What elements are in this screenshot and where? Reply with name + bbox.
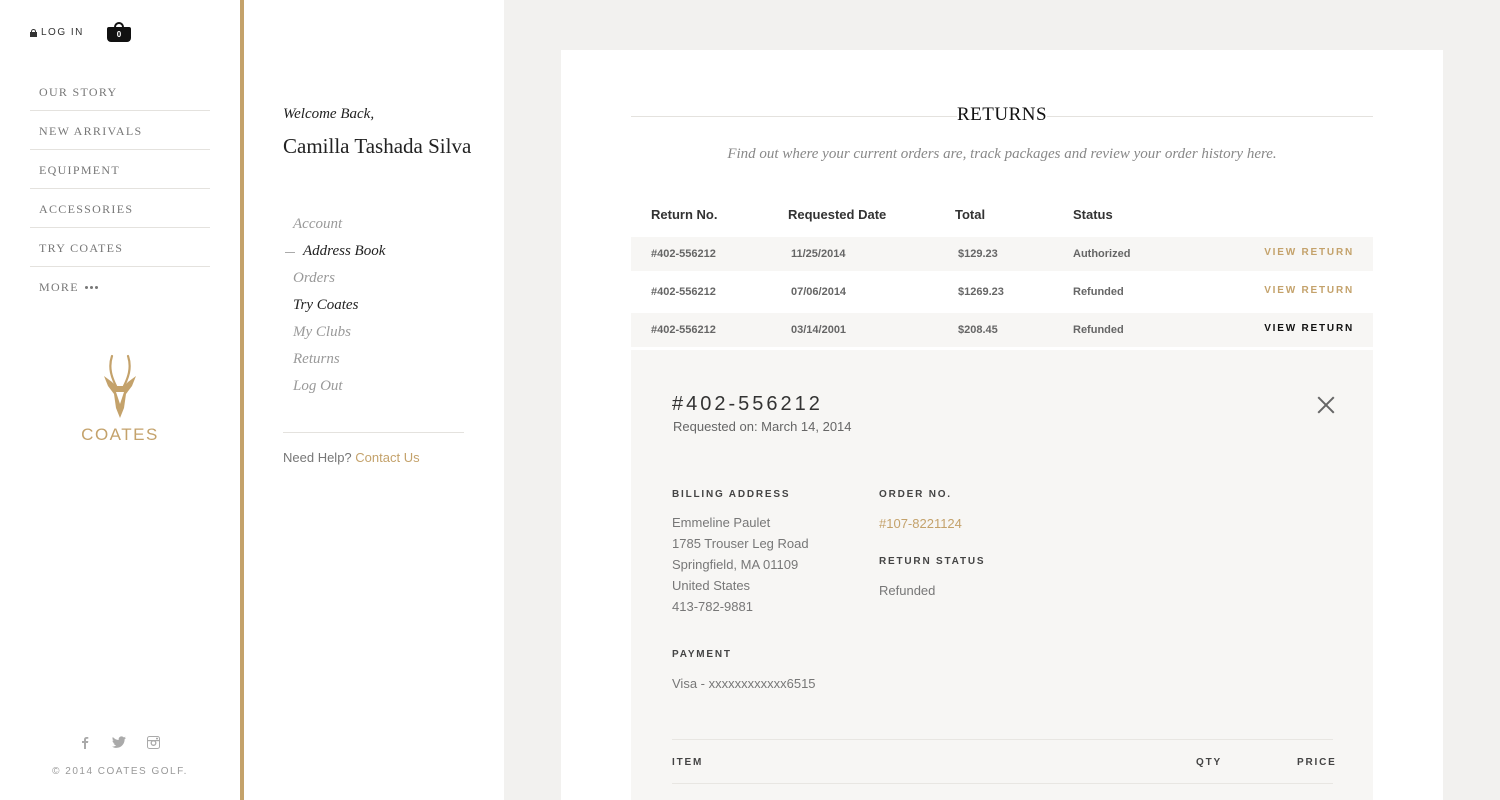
account-nav-account[interactable]: Account: [293, 216, 385, 243]
view-return-link[interactable]: VIEW RETURN: [1264, 285, 1354, 296]
more-label: MORE: [39, 280, 79, 294]
return-status-value: Refunded: [879, 583, 936, 598]
account-nav-address-book[interactable]: Address Book: [284, 243, 385, 270]
login-link[interactable]: LOG IN: [30, 27, 84, 38]
main-nav: OUR STORY NEW ARRIVALS EQUIPMENT ACCESSO…: [30, 72, 210, 306]
returns-table-header: Return No. Requested Date Total Status: [651, 207, 1373, 227]
ellipsis-icon: [84, 286, 98, 289]
return-detail-date: Requested on: March 14, 2014: [673, 419, 852, 434]
return-status: Refunded: [1073, 324, 1124, 336]
account-nav-my-clubs[interactable]: My Clubs: [293, 324, 385, 351]
return-detail-panel: #402-556212 Requested on: March 14, 2014…: [631, 350, 1373, 800]
nav-item-new-arrivals[interactable]: NEW ARRIVALS: [30, 111, 210, 150]
nav-item-try-coates[interactable]: TRY COATES: [30, 228, 210, 267]
requested-date: 11/25/2014: [791, 248, 846, 260]
order-number-link[interactable]: #107-8221124: [879, 513, 962, 534]
logo-text: COATES: [81, 425, 159, 444]
return-status: Refunded: [1073, 286, 1124, 298]
view-return-link[interactable]: VIEW RETURN: [1264, 247, 1354, 258]
cart-count: 0: [107, 27, 131, 42]
nav-item-equipment[interactable]: EQUIPMENT: [30, 150, 210, 189]
nav-item-more[interactable]: MORE: [30, 267, 210, 306]
divider: [283, 432, 464, 433]
return-status-label: RETURN STATUS: [879, 556, 986, 567]
requested-date: 03/14/2001: [791, 324, 847, 336]
payment-value: Visa - xxxxxxxxxxxx6515: [672, 676, 816, 691]
account-nav-orders[interactable]: Orders: [293, 270, 385, 297]
account-nav-try-coates[interactable]: Try Coates: [293, 297, 385, 324]
facebook-icon[interactable]: [78, 735, 92, 749]
billing-line: United States: [672, 578, 751, 593]
account-nav: Account Address Book Orders Try Coates M…: [284, 216, 385, 405]
items-column-price: PRICE: [1297, 757, 1337, 768]
return-total: $1269.23: [958, 286, 1004, 298]
return-number: #402-556212: [651, 248, 716, 260]
billing-address: Emmeline Paulet 1785 Trouser Leg Road Sp…: [672, 512, 809, 617]
page-subtitle: Find out where your current orders are, …: [727, 146, 1277, 162]
column-header-total: Total: [955, 207, 986, 222]
column-header-requested-date: Requested Date: [788, 207, 887, 222]
billing-address-label: BILLING ADDRESS: [672, 489, 791, 500]
column-header-status: Status: [1073, 207, 1113, 222]
returns-card: RETURNS Find out where your current orde…: [561, 50, 1443, 800]
column-header-return-no: Return No.: [651, 207, 718, 222]
lock-icon: [30, 28, 37, 37]
return-status: Authorized: [1073, 248, 1131, 260]
return-number: #402-556212: [651, 286, 716, 298]
table-row: #402-556212 07/06/2014 $1269.23 Refunded…: [631, 275, 1373, 309]
antelope-head-icon: [104, 354, 136, 418]
payment-label: PAYMENT: [672, 649, 732, 660]
requested-date: 07/06/2014: [791, 286, 847, 298]
copyright: © 2014 COATES GOLF.: [52, 766, 188, 777]
billing-line: 1785 Trouser Leg Road: [672, 536, 809, 551]
welcome-text: Welcome Back,: [283, 106, 375, 122]
nav-item-our-story[interactable]: OUR STORY: [30, 72, 210, 111]
divider: [672, 739, 1333, 740]
login-label: LOG IN: [41, 27, 84, 38]
help-text: Need Help?: [283, 450, 352, 465]
return-total: $129.23: [958, 248, 998, 260]
items-column-qty: QTY: [1196, 757, 1222, 768]
returns-heading: RETURNS: [631, 104, 1373, 134]
account-nav-returns[interactable]: Returns: [293, 351, 385, 378]
help-line: Need Help? Contact Us: [283, 450, 420, 465]
page-title: RETURNS: [956, 104, 1048, 126]
site-sidebar: LOG IN 0 OUR STORY NEW ARRIVALS EQUIPMEN…: [0, 0, 240, 800]
return-number: #402-556212: [651, 324, 716, 336]
view-return-link[interactable]: VIEW RETURN: [1264, 323, 1354, 334]
twitter-icon[interactable]: [112, 735, 126, 749]
instagram-icon[interactable]: [146, 735, 160, 749]
user-name: Camilla Tashada Silva: [283, 134, 472, 158]
cart-button[interactable]: 0: [107, 22, 131, 42]
brand-logo[interactable]: COATES: [70, 352, 170, 445]
close-icon[interactable]: [1317, 396, 1335, 414]
nav-item-accessories[interactable]: ACCESSORIES: [30, 189, 210, 228]
account-nav-log-out[interactable]: Log Out: [293, 378, 385, 405]
account-panel: Welcome Back, Camilla Tashada Silva Acco…: [244, 0, 504, 800]
divider: [672, 783, 1333, 784]
billing-line: Emmeline Paulet: [672, 515, 771, 530]
return-detail-id: #402-556212: [672, 393, 823, 415]
table-row: #402-556212 11/25/2014 $129.23 Authorize…: [631, 237, 1373, 271]
order-no-label: ORDER NO.: [879, 489, 952, 500]
billing-line: Springfield, MA 01109: [672, 557, 799, 572]
billing-line: 413-782-9881: [672, 599, 753, 614]
table-row: #402-556212 03/14/2001 $208.45 Refunded …: [631, 313, 1373, 347]
contact-us-link[interactable]: Contact Us: [355, 450, 419, 465]
items-column-item: ITEM: [672, 757, 704, 768]
return-total: $208.45: [958, 324, 998, 336]
social-links: [78, 735, 160, 749]
